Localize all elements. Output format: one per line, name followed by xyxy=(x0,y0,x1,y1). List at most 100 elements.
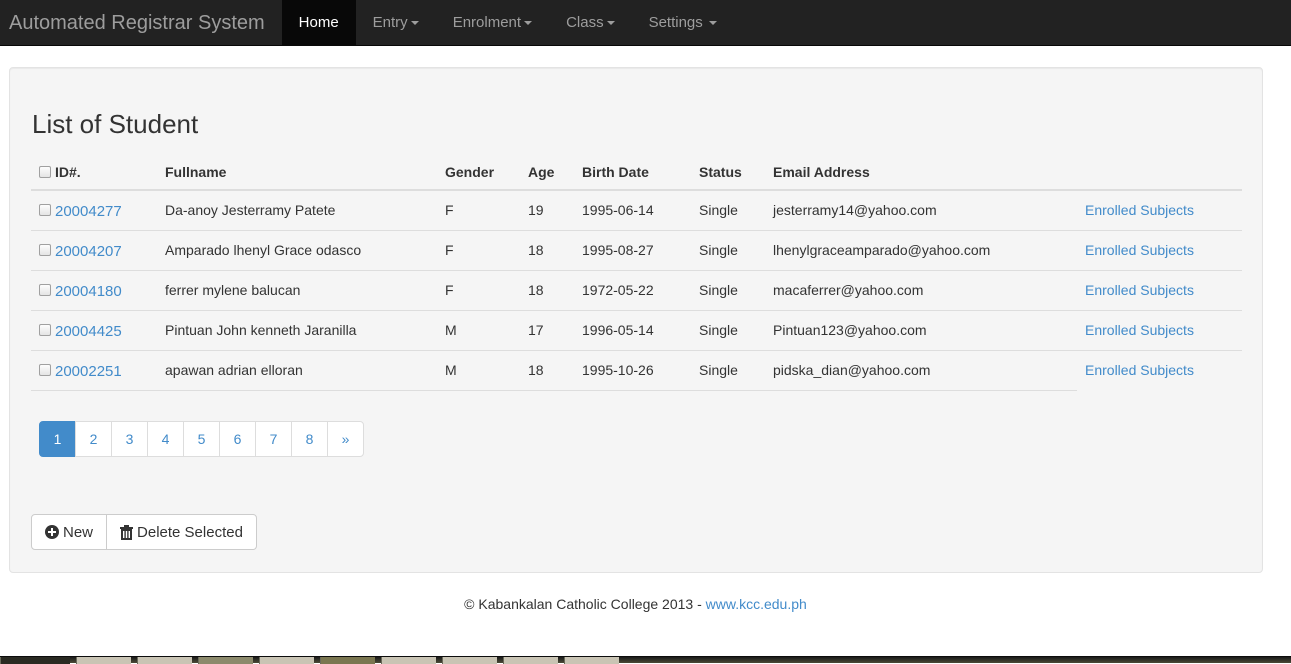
pagination: 1 2 3 4 5 6 7 8» xyxy=(39,421,364,457)
nav-home-label: Home xyxy=(298,14,339,31)
cell-age: 18 xyxy=(520,230,574,271)
caret-down-icon xyxy=(524,20,533,25)
student-id-link[interactable]: 20004277 xyxy=(55,203,122,220)
cell-email: pidska_dian@yahoo.com xyxy=(765,350,1077,391)
cell-age: 18 xyxy=(520,270,574,311)
cell-gender: F xyxy=(437,230,520,271)
cell-gender: M xyxy=(437,350,520,391)
trash-icon xyxy=(120,524,134,540)
page-1-link[interactable]: 1 xyxy=(39,421,76,457)
caret-down-icon xyxy=(606,20,615,25)
cell-birth-date: 1995-08-27 xyxy=(574,230,691,271)
footer: © Kabankalan Catholic College 2013 - www… xyxy=(0,596,1271,612)
cell-gender: F xyxy=(437,270,520,311)
page-2-link[interactable]: 2 xyxy=(75,421,112,457)
nav-enrolment[interactable]: Enrolment xyxy=(436,0,549,45)
col-status: Status xyxy=(691,154,765,191)
cell-action: Enrolled Subjects xyxy=(1077,350,1242,390)
cell-birth-date: 1996-05-14 xyxy=(574,310,691,351)
delete-button-label: Delete Selected xyxy=(137,523,243,541)
cell-fullname: Amparado lhenyl Grace odasco xyxy=(157,230,437,271)
cell-status: Single xyxy=(691,230,765,271)
cell-action: Enrolled Subjects xyxy=(1077,270,1242,311)
table-row: 20004425 Pintuan John kenneth Jaranilla M 1… xyxy=(31,310,1242,351)
cell-gender: M xyxy=(437,310,520,351)
cell-status: Single xyxy=(691,350,765,391)
plus-circle-icon xyxy=(45,525,59,539)
page-4-link[interactable]: 4 xyxy=(147,421,184,457)
page-3-link[interactable]: 3 xyxy=(111,421,148,457)
student-id-link[interactable]: 20004425 xyxy=(55,323,122,340)
nav-class-label: Class xyxy=(566,14,604,31)
cell-email: jesterramy14@yahoo.com xyxy=(765,190,1077,231)
enrolled-subjects-link[interactable]: Enrolled Subjects xyxy=(1085,322,1194,338)
cell-email: macaferrer@yahoo.com xyxy=(765,270,1077,311)
col-age: Age xyxy=(520,154,574,191)
student-table: ID#. Fullname Gender Age Birth Date Stat… xyxy=(31,154,1242,391)
cell-action: Enrolled Subjects xyxy=(1077,230,1242,271)
row-checkbox[interactable] xyxy=(39,323,51,336)
col-birth-date: Birth Date xyxy=(574,154,691,191)
new-button[interactable]: New xyxy=(31,514,108,550)
next-page-link[interactable]: » xyxy=(327,421,364,457)
row-checkbox[interactable] xyxy=(39,203,51,216)
cell-email: lhenylgraceamparado@yahoo.com xyxy=(765,230,1077,271)
row-checkbox[interactable] xyxy=(39,243,51,256)
delete-selected-button[interactable]: Delete Selected xyxy=(106,514,257,550)
cell-id: 20004425 xyxy=(31,310,157,351)
cell-fullname: Da-anoy Jesterramy Patete xyxy=(157,190,437,231)
table-row: 20004207 Amparado lhenyl Grace odasco F 18 1… xyxy=(31,230,1242,271)
page-7-link[interactable]: 7 xyxy=(255,421,292,457)
cell-id: 20004180 xyxy=(31,270,157,311)
student-list-panel: List of Student ID#. Fullname Gender Age… xyxy=(9,67,1263,573)
os-taskbar xyxy=(0,656,1291,664)
new-button-label: New xyxy=(63,523,94,541)
nav-entry[interactable]: Entry xyxy=(356,0,436,45)
enrolled-subjects-link[interactable]: Enrolled Subjects xyxy=(1085,202,1194,218)
col-gender: Gender xyxy=(437,154,520,191)
page-8-link[interactable]: 8 xyxy=(291,421,328,457)
student-id-link[interactable]: 20002251 xyxy=(55,363,122,380)
cell-id: 20004207 xyxy=(31,230,157,271)
caret-down-icon xyxy=(708,20,717,25)
footer-link[interactable]: www.kcc.edu.ph xyxy=(706,596,807,612)
col-id: ID#. xyxy=(31,154,157,191)
cell-age: 17 xyxy=(520,310,574,351)
select-all-checkbox[interactable] xyxy=(39,165,51,178)
cell-email: Pintuan123@yahoo.com xyxy=(765,310,1077,351)
student-id-link[interactable]: 20004207 xyxy=(55,243,122,260)
caret-down-icon xyxy=(410,20,419,25)
nav-home[interactable]: Home xyxy=(281,0,356,45)
nav-class[interactable]: Class xyxy=(549,0,632,45)
table-header-row: ID#. Fullname Gender Age Birth Date Stat… xyxy=(31,154,1242,191)
table-row: 20002251 apawan adrian elloran M 18 1995-10-… xyxy=(31,350,1242,391)
nav-entry-label: Entry xyxy=(372,14,408,31)
enrolled-subjects-link[interactable]: Enrolled Subjects xyxy=(1085,242,1194,258)
action-buttons: New Delete Selected xyxy=(31,514,257,550)
nav-settings[interactable]: Settings xyxy=(632,0,734,45)
col-email: Email Address xyxy=(765,154,1077,191)
student-id-link[interactable]: 20004180 xyxy=(55,283,122,300)
cell-status: Single xyxy=(691,270,765,311)
col-fullname: Fullname xyxy=(157,154,437,191)
table-row: 20004277 Da-anoy Jesterramy Patete F 19 1995… xyxy=(31,190,1242,231)
enrolled-subjects-link[interactable]: Enrolled Subjects xyxy=(1085,362,1194,378)
enrolled-subjects-link[interactable]: Enrolled Subjects xyxy=(1085,282,1194,298)
cell-id: 20002251 xyxy=(31,350,157,391)
cell-birth-date: 1995-06-14 xyxy=(574,190,691,231)
col-actions xyxy=(1077,154,1242,191)
cell-fullname: apawan adrian elloran xyxy=(157,350,437,391)
top-navbar: Automated Registrar System Home Entry En… xyxy=(0,0,1291,46)
page-6-link[interactable]: 6 xyxy=(219,421,256,457)
brand-title[interactable]: Automated Registrar System xyxy=(0,0,282,46)
cell-id: 20004277 xyxy=(31,190,157,231)
cell-status: Single xyxy=(691,310,765,351)
row-checkbox[interactable] xyxy=(39,363,51,376)
cell-action: Enrolled Subjects xyxy=(1077,310,1242,351)
page-5-link[interactable]: 5 xyxy=(183,421,220,457)
row-checkbox[interactable] xyxy=(39,283,51,296)
cell-fullname: Pintuan John kenneth Jaranilla xyxy=(157,310,437,351)
nav-enrolment-label: Enrolment xyxy=(452,14,522,31)
cell-age: 18 xyxy=(520,350,574,391)
cell-fullname: ferrer mylene balucan xyxy=(157,270,437,311)
